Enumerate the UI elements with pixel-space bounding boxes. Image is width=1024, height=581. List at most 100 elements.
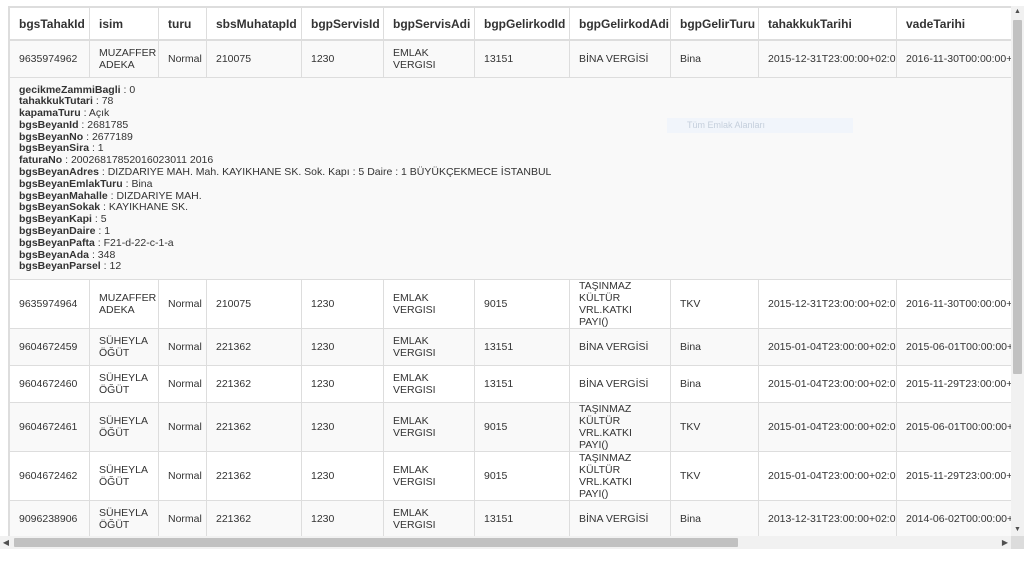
table-row[interactable]: 9604672461 SÜHEYLA ÖĞÜT Normal 221362 12… bbox=[9, 402, 1012, 453]
grid-header-row: bgsTahakId isim turu sbsMuhatapId bgpSer… bbox=[9, 7, 1012, 41]
cell-bgpServisAdi: EMLAK VERGISI bbox=[383, 402, 475, 453]
cell-bgpGelirkodId: 9015 bbox=[474, 402, 570, 453]
cell-bgpGelirkodAdi: BİNA VERGİSİ bbox=[569, 500, 671, 537]
cell-bgpGelirkodAdi: BİNA VERGİSİ bbox=[569, 39, 671, 78]
data-grid: bgsTahakId isim turu sbsMuhatapId bgpSer… bbox=[9, 7, 1012, 537]
detail-line: bgsBeyanSokak : KAYIKHANE SK. bbox=[19, 201, 189, 214]
horizontal-scroll-thumb[interactable] bbox=[14, 538, 738, 547]
column-header-isim[interactable]: isim bbox=[89, 7, 159, 41]
cell-vadeTarihi: 2014-06-02T00:00:00+03 bbox=[896, 500, 1012, 537]
cell-bgpServisAdi: EMLAK VERGISI bbox=[383, 328, 475, 367]
cell-bgpServisAdi: EMLAK VERGISI bbox=[383, 500, 475, 537]
cell-bgpGelirkodAdi: TAŞINMAZ KÜLTÜR VRL.KATKI PAYI() bbox=[569, 451, 671, 502]
cell-bgpGelirTuru: TKV bbox=[670, 402, 759, 453]
column-header-bgpGelirTuru[interactable]: bgpGelirTuru bbox=[670, 7, 759, 41]
cell-bgsTahakId: 9604672459 bbox=[9, 328, 90, 367]
cell-bgpGelirTuru: Bina bbox=[670, 39, 759, 78]
cell-bgpServisId: 1230 bbox=[301, 500, 384, 537]
cell-tahakkukTarihi: 2015-01-04T23:00:00+02:00 bbox=[758, 328, 897, 367]
table-row[interactable]: 9635974962 MUZAFFER ADEKA Normal 210075 … bbox=[9, 39, 1012, 78]
scroll-down-arrow-icon[interactable]: ▼ bbox=[1011, 524, 1024, 536]
cell-bgpGelirTuru: TKV bbox=[670, 279, 759, 330]
cell-bgsTahakId: 9635974964 bbox=[9, 279, 90, 330]
detail-line: kapamaTuru : Açık bbox=[19, 107, 110, 120]
cell-vadeTarihi: 2015-06-01T00:00:00+03 bbox=[896, 328, 1012, 367]
cell-turu: Normal bbox=[158, 365, 207, 404]
vertical-scroll-thumb[interactable] bbox=[1013, 20, 1022, 374]
cell-bgpGelirkodId: 9015 bbox=[474, 451, 570, 502]
cell-vadeTarihi: 2016-11-30T00:00:00+03 bbox=[896, 279, 1012, 330]
cell-bgsTahakId: 9096238906 bbox=[9, 500, 90, 537]
cell-bgpServisId: 1230 bbox=[301, 451, 384, 502]
cell-bgpGelirkodId: 13151 bbox=[474, 365, 570, 404]
cell-tahakkukTarihi: 2015-01-04T23:00:00+02:00 bbox=[758, 365, 897, 404]
ghost-tooltip: Tüm Emlak Alanları bbox=[667, 118, 853, 133]
column-header-bgpGelirkodAdi[interactable]: bgpGelirkodAdi bbox=[569, 7, 671, 41]
cell-bgpGelirTuru: Bina bbox=[670, 365, 759, 404]
cell-bgpServisAdi: EMLAK VERGISI bbox=[383, 279, 475, 330]
cell-bgsTahakId: 9635974962 bbox=[9, 39, 90, 78]
cell-isim: MUZAFFER ADEKA bbox=[89, 39, 159, 78]
column-header-bgpServisId[interactable]: bgpServisId bbox=[301, 7, 384, 41]
cell-bgpGelirTuru: TKV bbox=[670, 451, 759, 502]
detail-line: bgsBeyanNo : 2677189 bbox=[19, 130, 133, 143]
cell-sbsMuhatapId: 221362 bbox=[206, 402, 302, 453]
cell-bgsTahakId: 9604672462 bbox=[9, 451, 90, 502]
cell-turu: Normal bbox=[158, 328, 207, 367]
detail-line: bgsBeyanKapi : 5 bbox=[19, 213, 107, 226]
cell-vadeTarihi: 2016-11-30T00:00:00+03 bbox=[896, 39, 1012, 78]
column-header-sbsMuhatapId[interactable]: sbsMuhatapId bbox=[206, 7, 302, 41]
table-row[interactable]: 9604672462 SÜHEYLA ÖĞÜT Normal 221362 12… bbox=[9, 451, 1012, 502]
cell-isim: SÜHEYLA ÖĞÜT bbox=[89, 500, 159, 537]
horizontal-scrollbar[interactable]: ◀ ▶ bbox=[0, 536, 1011, 549]
cell-isim: SÜHEYLA ÖĞÜT bbox=[89, 365, 159, 404]
grid-viewport[interactable]: bgsTahakId isim turu sbsMuhatapId bgpSer… bbox=[8, 6, 1012, 537]
cell-bgpGelirkodId: 13151 bbox=[474, 39, 570, 78]
cell-vadeTarihi: 2015-11-29T23:00:00+02 bbox=[896, 451, 1012, 502]
column-header-bgpGelirkodId[interactable]: bgpGelirkodId bbox=[474, 7, 570, 41]
cell-tahakkukTarihi: 2015-12-31T23:00:00+02:00 bbox=[758, 279, 897, 330]
column-header-bgsTahakId[interactable]: bgsTahakId bbox=[9, 7, 90, 41]
cell-bgpGelirkodAdi: TAŞINMAZ KÜLTÜR VRL.KATKI PAYI() bbox=[569, 402, 671, 453]
scroll-up-arrow-icon[interactable]: ▲ bbox=[1011, 6, 1024, 18]
cell-sbsMuhatapId: 221362 bbox=[206, 365, 302, 404]
scroll-right-arrow-icon[interactable]: ▶ bbox=[999, 536, 1011, 549]
cell-tahakkukTarihi: 2015-01-04T23:00:00+02:00 bbox=[758, 451, 897, 502]
column-header-vadeTarihi[interactable]: vadeTarihi bbox=[896, 7, 1012, 41]
cell-bgpServisId: 1230 bbox=[301, 279, 384, 330]
cell-turu: Normal bbox=[158, 279, 207, 330]
cell-bgpServisId: 1230 bbox=[301, 328, 384, 367]
column-header-turu[interactable]: turu bbox=[158, 7, 207, 41]
cell-isim: SÜHEYLA ÖĞÜT bbox=[89, 402, 159, 453]
vertical-scrollbar[interactable]: ▲ ▼ bbox=[1011, 6, 1024, 536]
detail-line: tahakkukTutari : 78 bbox=[19, 95, 114, 108]
detail-line: bgsBeyanAdres : DIZDARIYE MAH. Mah. KAYI… bbox=[19, 166, 552, 179]
cell-bgpGelirkodId: 9015 bbox=[474, 279, 570, 330]
cell-tahakkukTarihi: 2015-12-31T23:00:00+02:00 bbox=[758, 39, 897, 78]
cell-bgpServisId: 1230 bbox=[301, 365, 384, 404]
detail-line: bgsBeyanPafta : F21-d-22-c-1-a bbox=[19, 236, 174, 249]
cell-bgpGelirkodAdi: BİNA VERGİSİ bbox=[569, 365, 671, 404]
column-header-tahakkukTarihi[interactable]: tahakkukTarihi bbox=[758, 7, 897, 41]
table-row[interactable]: 9635974964 MUZAFFER ADEKA Normal 210075 … bbox=[9, 279, 1012, 330]
cell-isim: SÜHEYLA ÖĞÜT bbox=[89, 451, 159, 502]
detail-line: bgsBeyanParsel : 12 bbox=[19, 260, 122, 273]
detail-line: gecikmeZammiBagli : 0 bbox=[19, 83, 136, 96]
row-detail-panel: gecikmeZammiBagli : 0 tahakkukTutari : 7… bbox=[9, 76, 1012, 281]
table-row[interactable]: 9604672459 SÜHEYLA ÖĞÜT Normal 221362 12… bbox=[9, 328, 1012, 367]
cell-turu: Normal bbox=[158, 451, 207, 502]
cell-sbsMuhatapId: 221362 bbox=[206, 451, 302, 502]
cell-bgpGelirkodAdi: BİNA VERGİSİ bbox=[569, 328, 671, 367]
cell-bgpGelirkodId: 13151 bbox=[474, 328, 570, 367]
cell-sbsMuhatapId: 210075 bbox=[206, 279, 302, 330]
table-row[interactable]: 9096238906 SÜHEYLA ÖĞÜT Normal 221362 12… bbox=[9, 500, 1012, 537]
column-header-bgpServisAdi[interactable]: bgpServisAdi bbox=[383, 7, 475, 41]
cell-bgpServisId: 1230 bbox=[301, 39, 384, 78]
scroll-left-arrow-icon[interactable]: ◀ bbox=[0, 536, 12, 549]
detail-line: bgsBeyanId : 2681785 bbox=[19, 118, 129, 131]
cell-bgpServisAdi: EMLAK VERGISI bbox=[383, 451, 475, 502]
cell-bgsTahakId: 9604672461 bbox=[9, 402, 90, 453]
table-row[interactable]: 9604672460 SÜHEYLA ÖĞÜT Normal 221362 12… bbox=[9, 365, 1012, 404]
cell-vadeTarihi: 2015-11-29T23:00:00+02 bbox=[896, 365, 1012, 404]
cell-turu: Normal bbox=[158, 402, 207, 453]
